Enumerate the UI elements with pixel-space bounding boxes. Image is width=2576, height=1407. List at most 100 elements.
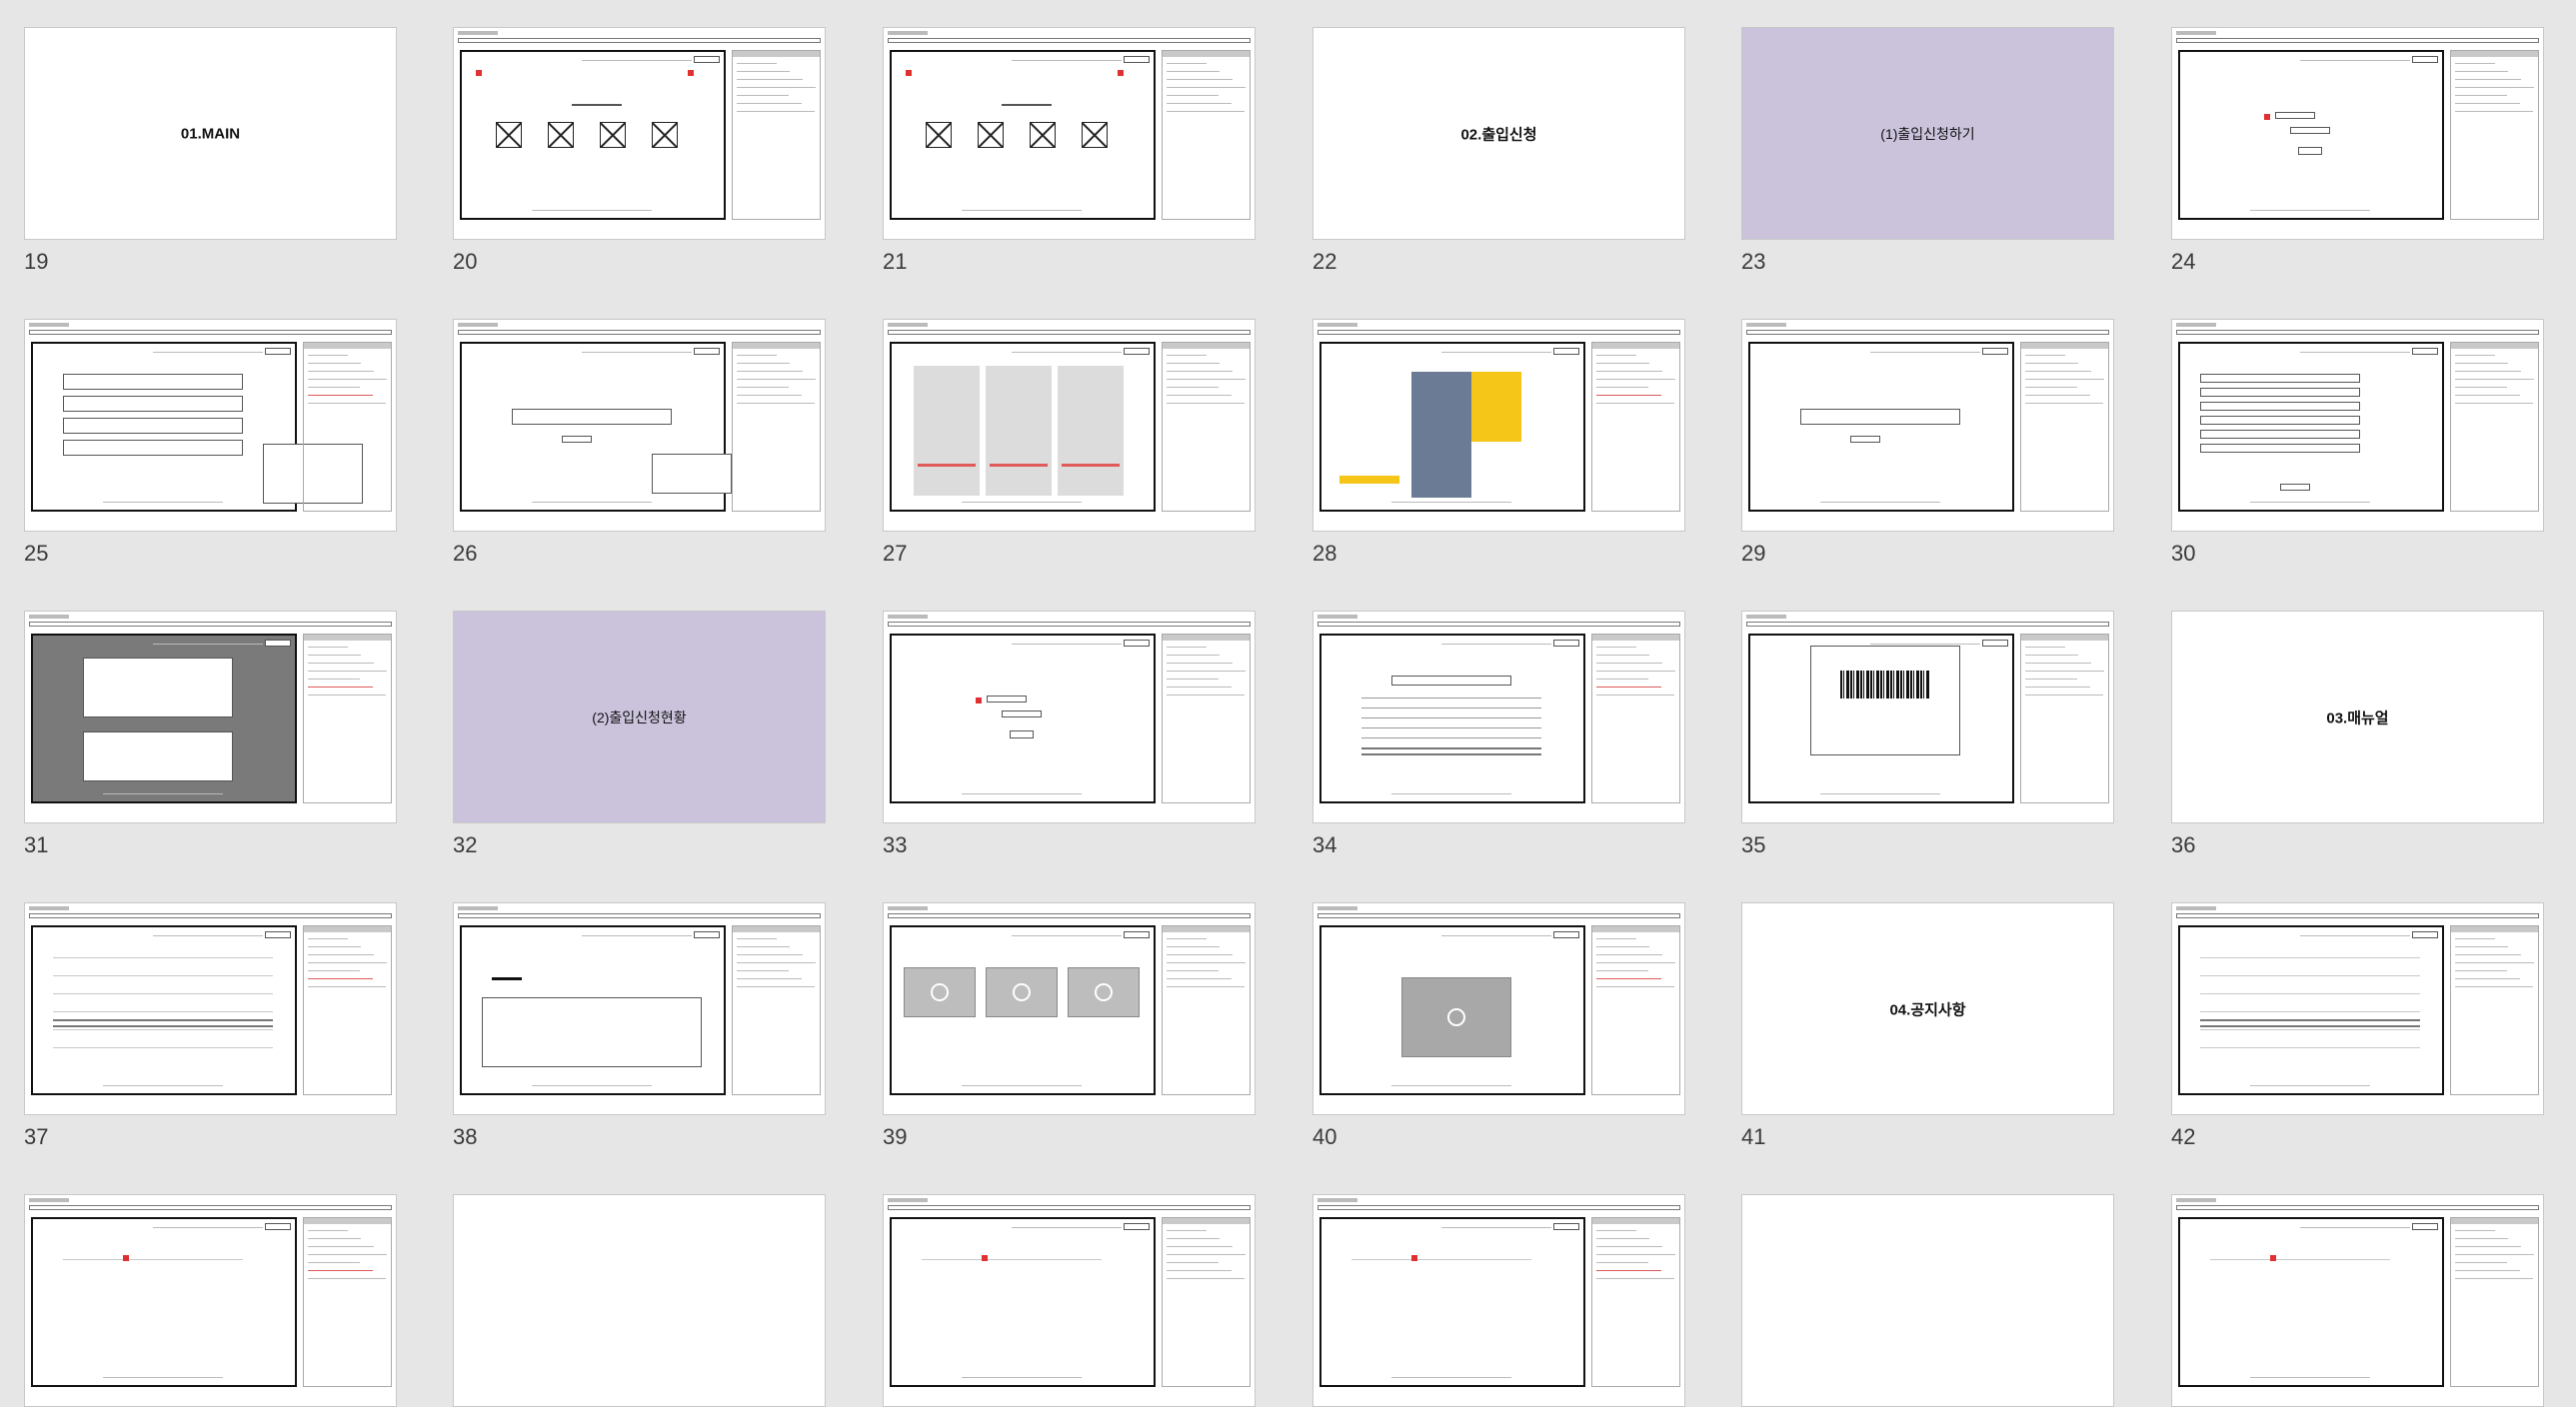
description-line (2455, 1262, 2507, 1263)
slide-thumbnail[interactable]: 34 (1312, 611, 1685, 870)
barcode-popup (1810, 646, 1960, 755)
slide-preview[interactable] (24, 319, 397, 532)
slide-thumbnail[interactable]: 04.공지사항 41 (1741, 902, 2114, 1162)
slide-section-title: 03.매뉴얼 (2326, 709, 2389, 726)
description-line (308, 695, 386, 696)
map-image (1411, 372, 1471, 498)
slide-preview[interactable] (24, 1194, 397, 1407)
slide-preview[interactable] (453, 1194, 826, 1407)
slide-preview[interactable]: 04.공지사항 (1741, 902, 2114, 1115)
description-panel (732, 342, 821, 512)
slide-thumbnail[interactable]: (2)출입신청현황 32 (453, 611, 826, 870)
description-line (2025, 671, 2104, 672)
slide-thumbnail[interactable]: 33 (883, 611, 1256, 870)
description-line (1596, 938, 1636, 939)
slide-thumbnail[interactable]: 37 (24, 902, 397, 1162)
slide-thumbnail[interactable]: 20 (453, 27, 826, 287)
slide-thumbnail[interactable]: 42 (2171, 902, 2544, 1162)
nav-button (2412, 931, 2438, 938)
slide-preview[interactable] (883, 319, 1256, 532)
wireframe-screen (890, 342, 1156, 512)
slide-thumbnail[interactable]: 27 (883, 319, 1256, 579)
slide-header-label (1746, 615, 1786, 619)
slide-thumbnail[interactable]: 31 (24, 611, 397, 870)
slide-thumbnail[interactable]: 21 (883, 27, 1256, 287)
slide-location-bar (888, 38, 1251, 43)
slide-preview[interactable] (453, 902, 826, 1115)
nav-button (1982, 348, 2008, 355)
slide-thumbnail[interactable]: 28 (1312, 319, 1685, 579)
description-panel (2450, 925, 2539, 1095)
slide-thumbnail[interactable]: 38 (453, 902, 826, 1162)
slide-preview[interactable] (1312, 902, 1685, 1115)
slide-preview[interactable] (883, 27, 1256, 240)
slide-thumbnail[interactable]: 02.출입신청 22 (1312, 27, 1685, 287)
slide-thumbnail[interactable]: 03.매뉴얼 36 (2171, 611, 2544, 870)
slide-preview[interactable] (1741, 319, 2114, 532)
slide-number: 32 (453, 832, 478, 857)
description-line (308, 363, 361, 364)
slide-thumbnail[interactable] (453, 1194, 826, 1407)
slide-thumbnail[interactable]: (1)출입신청하기 23 (1741, 27, 2114, 287)
description-line (2025, 379, 2104, 380)
footer-copyright-line (962, 502, 1082, 503)
slide-thumbnail[interactable] (1741, 1194, 2114, 1407)
slide-preview[interactable]: 01.MAIN (24, 27, 397, 240)
description-line (1596, 1238, 1649, 1239)
nav-button (1982, 640, 2008, 647)
description-panel (1162, 1217, 1251, 1387)
slide-thumbnail[interactable]: 25 (24, 319, 397, 579)
slide-thumbnail[interactable] (24, 1194, 397, 1407)
slide-thumbnail[interactable] (883, 1194, 1256, 1407)
description-line (2025, 371, 2091, 372)
slide-thumbnail[interactable]: 35 (1741, 611, 2114, 870)
slide-preview[interactable] (2171, 1194, 2544, 1407)
slide-preview[interactable] (2171, 902, 2544, 1115)
slide-number: 33 (883, 832, 908, 857)
slide-thumbnail[interactable]: 30 (2171, 319, 2544, 579)
description-line (1167, 687, 1232, 688)
slide-thumbnail[interactable] (1312, 1194, 1685, 1407)
description-line (2455, 379, 2534, 380)
slide-preview[interactable] (1312, 611, 1685, 823)
slide-thumbnail[interactable]: 29 (1741, 319, 2114, 579)
agreement-box (63, 440, 243, 456)
slide-preview[interactable] (883, 1194, 1256, 1407)
slide-preview[interactable] (2171, 27, 2544, 240)
description-panel (303, 925, 392, 1095)
slide-thumbnail[interactable]: 01.MAIN 19 (24, 27, 397, 287)
description-panel-header (1592, 926, 1679, 932)
slide-thumbnail[interactable]: 24 (2171, 27, 2544, 287)
slide-preview[interactable] (1312, 319, 1685, 532)
slide-preview[interactable] (1741, 1194, 2114, 1407)
slide-preview[interactable] (1312, 1194, 1685, 1407)
slide-preview[interactable] (24, 611, 397, 823)
slide-preview[interactable] (453, 319, 826, 532)
slide-preview[interactable]: (2)출입신청현황 (453, 611, 826, 823)
slide-preview[interactable] (1741, 611, 2114, 823)
description-line (737, 63, 777, 64)
slide-thumbnail[interactable]: 39 (883, 902, 1256, 1162)
slide-thumbnail[interactable] (2171, 1194, 2544, 1407)
slide-preview[interactable] (883, 611, 1256, 823)
slide-preview[interactable] (453, 27, 826, 240)
slide-thumbnail[interactable]: 26 (453, 319, 826, 579)
slide-preview[interactable] (2171, 319, 2544, 532)
slide-preview[interactable]: (1)출입신청하기 (1741, 27, 2114, 240)
slide-preview[interactable]: 02.출입신청 (1312, 27, 1685, 240)
description-line (1596, 663, 1662, 664)
slide-number: 34 (1312, 832, 1337, 857)
content-line (1351, 1259, 1531, 1260)
slide-preview[interactable] (24, 902, 397, 1115)
description-panel-header (733, 343, 820, 349)
description-line (308, 962, 387, 963)
input-box (2290, 127, 2330, 134)
description-line (2025, 663, 2091, 664)
description-panel (303, 1217, 392, 1387)
description-line (737, 103, 802, 104)
slide-preview[interactable]: 03.매뉴얼 (2171, 611, 2544, 823)
input-box (987, 696, 1027, 703)
description-line (737, 938, 777, 939)
slide-preview[interactable] (883, 902, 1256, 1115)
slide-thumbnail[interactable]: 40 (1312, 902, 1685, 1162)
